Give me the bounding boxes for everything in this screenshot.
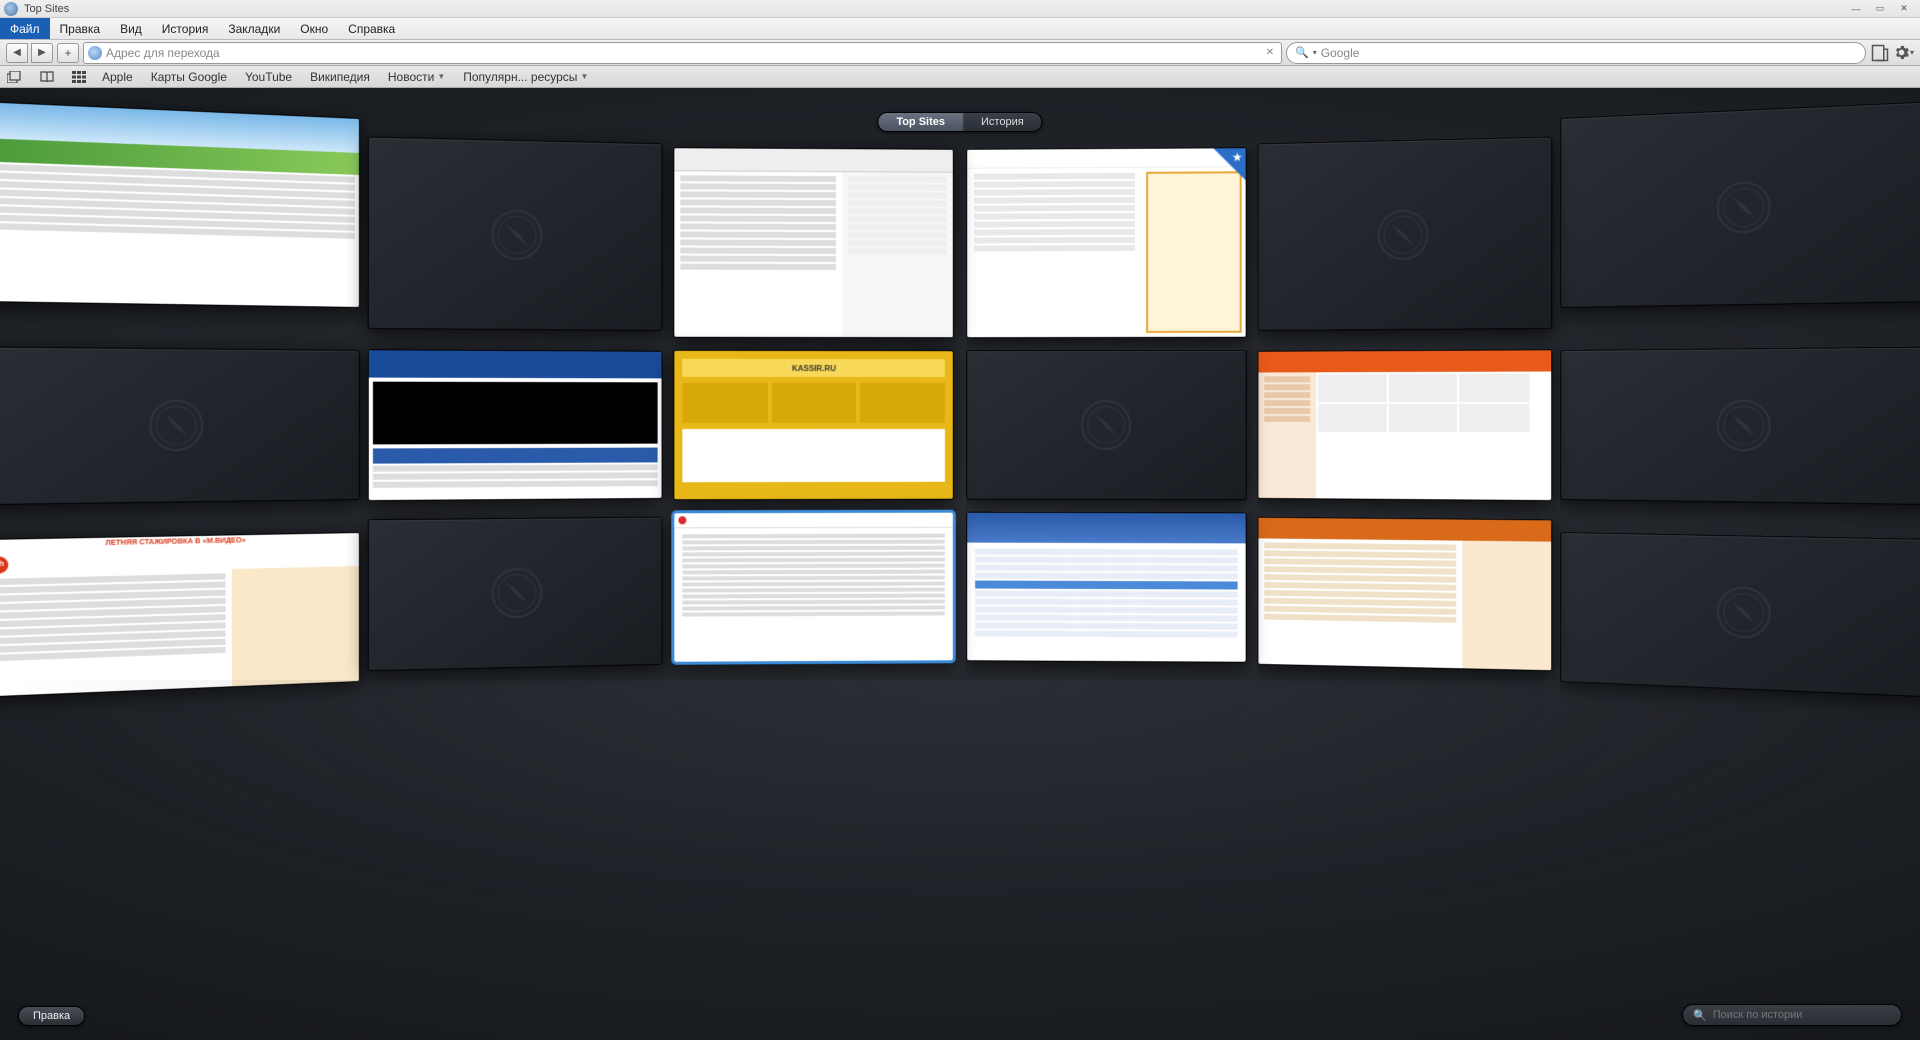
site-thumbnail [1258,350,1551,500]
menu-item-вид[interactable]: Вид [110,18,152,39]
forward-button[interactable]: ▶ [31,43,53,63]
bookmark-item[interactable]: Популярн... ресурсы▼ [463,70,588,84]
settings-gear-icon[interactable]: ▾ [1894,43,1914,63]
top-site-tile-empty[interactable] [368,137,663,331]
window-controls: — ▭ ✕ [1844,2,1916,16]
top-site-tile[interactable] [673,512,954,663]
edit-button[interactable]: Правка [18,1006,85,1026]
top-site-tile-empty[interactable] [1560,101,1920,308]
top-site-tile-empty[interactable] [966,350,1247,500]
floor-reflection [0,680,1920,1040]
top-sites-wall: KASSIR.RUЛЕТНЯЯ СТАЖИРОВКА В «М.ВИДЕО»hh [0,148,1920,674]
safari-icon [4,2,18,16]
bookmarks-bar: Apple Карты Google YouTube Википедия Новости… [0,66,1920,88]
close-button[interactable]: ✕ [1892,2,1916,16]
site-thumbnail [967,148,1246,337]
menu-item-история[interactable]: История [152,18,219,39]
top-site-tile[interactable] [1257,349,1552,501]
compass-placeholder-icon [1378,210,1429,261]
site-thumbnail [369,350,662,500]
bookmark-label: YouTube [245,70,292,84]
site-thumbnail [967,513,1246,662]
reading-list-icon[interactable] [38,71,56,83]
compass-placeholder-icon [492,210,543,261]
clear-address-icon[interactable]: ✕ [1263,46,1277,60]
maximize-button[interactable]: ▭ [1868,2,1892,16]
window-title: Top Sites [24,3,1844,15]
compass-placeholder-icon [1717,586,1771,639]
menu-bar: ФайлПравкаВидИсторияЗакладкиОкноСправка [0,18,1920,40]
search-engine-dropdown-icon[interactable]: ▾ [1313,48,1317,57]
top-sites-icon[interactable] [70,71,88,83]
compass-placeholder-icon [1717,400,1771,452]
compass-placeholder-icon [149,400,203,452]
top-site-tile-empty[interactable] [1560,346,1920,505]
compass-placeholder-icon [492,568,543,619]
page-action-icon[interactable] [1870,43,1890,63]
history-search-input[interactable] [1713,1009,1891,1021]
history-search[interactable]: 🔍 [1682,1004,1902,1026]
top-site-tile[interactable] [673,147,954,338]
address-bar[interactable]: ✕ [83,42,1282,64]
top-site-tile[interactable] [966,512,1247,663]
bookmark-label: Карты Google [151,70,227,84]
compass-placeholder-icon [1081,400,1131,450]
site-thumbnail: KASSIR.RU [674,351,953,499]
top-site-tile[interactable] [368,349,663,501]
menu-item-окно[interactable]: Окно [290,18,338,39]
site-thumbnail [674,148,953,337]
site-thumbnail [674,513,953,662]
site-thumbnail: ЛЕТНЯЯ СТАЖИРОВКА В «М.ВИДЕО»hh [0,533,359,697]
site-thumbnail [0,102,359,307]
top-site-tile-empty[interactable] [1257,137,1552,331]
window-titlebar: Top Sites — ▭ ✕ [0,0,1920,18]
bookmark-label: Популярн... ресурсы [463,70,577,84]
top-site-tile[interactable] [966,147,1247,338]
show-bookmarks-icon[interactable] [6,71,24,83]
bookmark-item[interactable]: Новости▼ [388,70,445,84]
search-icon: 🔍 [1693,1009,1707,1022]
bookmark-label: Новости [388,70,434,84]
chevron-down-icon: ▼ [580,72,588,81]
back-button[interactable]: ◀ [6,43,28,63]
search-input[interactable] [1321,46,1857,60]
minimize-button[interactable]: — [1844,2,1868,16]
tab-history[interactable]: История [963,113,1042,131]
bookmark-label: Википедия [310,70,370,84]
tab-top-sites[interactable]: Top Sites [878,113,963,131]
top-site-tile-empty[interactable] [1560,532,1920,698]
menu-item-закладки[interactable]: Закладки [218,18,290,39]
menu-item-правка[interactable]: Правка [50,18,111,39]
view-segmented-control: Top Sites История [877,112,1042,132]
chevron-down-icon: ▼ [437,72,445,81]
add-bookmark-button[interactable]: + [57,43,79,63]
top-site-tile[interactable] [0,101,360,308]
bookmark-label: Apple [102,70,133,84]
top-site-tile[interactable] [1257,517,1552,672]
top-site-tile-empty[interactable] [0,346,360,505]
menu-item-файл[interactable]: Файл [0,18,50,39]
top-sites-view: Top Sites История KASSIR.RUЛЕТНЯЯ СТАЖИР… [0,88,1920,1040]
search-bar[interactable]: 🔍 ▾ [1286,42,1866,64]
compass-placeholder-icon [1717,181,1771,234]
bookmark-item[interactable]: Википедия [310,70,370,84]
top-site-tile[interactable]: KASSIR.RU [673,350,954,500]
site-thumbnail [1258,518,1551,671]
bookmark-item[interactable]: Карты Google [151,70,227,84]
top-site-tile[interactable]: ЛЕТНЯЯ СТАЖИРОВКА В «М.ВИДЕО»hh [0,532,360,698]
bookmark-item[interactable]: Apple [102,70,133,84]
menu-item-справка[interactable]: Справка [338,18,405,39]
top-site-tile-empty[interactable] [368,517,663,672]
toolbar: ◀ ▶ + ✕ 🔍 ▾ ▾ [0,40,1920,66]
compass-icon [88,46,102,60]
search-icon: 🔍 [1295,46,1309,59]
address-input[interactable] [106,46,1259,60]
bookmark-item[interactable]: YouTube [245,70,292,84]
